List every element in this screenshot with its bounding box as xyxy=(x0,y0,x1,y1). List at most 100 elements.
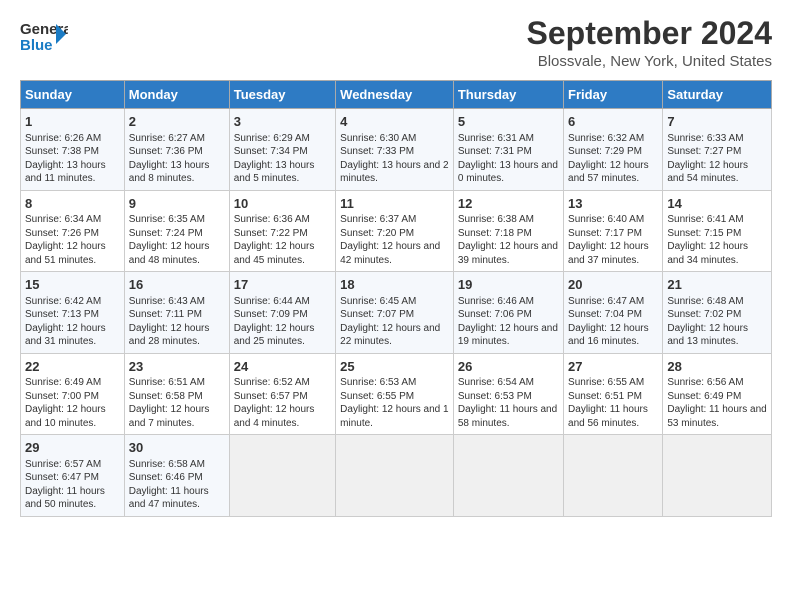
day-info: Sunrise: 6:45 AM xyxy=(340,295,449,309)
day-info: Sunrise: 6:26 AM xyxy=(25,132,120,146)
table-cell: 5Sunrise: 6:31 AMSunset: 7:31 PMDaylight… xyxy=(453,109,563,191)
day-number: 18 xyxy=(340,276,449,294)
logo-icon: General Blue xyxy=(20,16,68,60)
day-info: Daylight: 12 hours and 10 minutes. xyxy=(25,403,120,430)
day-info: Sunset: 7:24 PM xyxy=(129,227,225,241)
table-cell: 20Sunrise: 6:47 AMSunset: 7:04 PMDayligh… xyxy=(564,272,663,354)
table-cell: 7Sunrise: 6:33 AMSunset: 7:27 PMDaylight… xyxy=(663,109,772,191)
day-info: Sunset: 7:11 PM xyxy=(129,308,225,322)
day-number: 17 xyxy=(234,276,331,294)
day-info: Daylight: 12 hours and 13 minutes. xyxy=(667,322,767,349)
day-info: Sunset: 6:53 PM xyxy=(458,390,559,404)
day-info: Daylight: 13 hours and 11 minutes. xyxy=(25,159,120,186)
day-info: Sunrise: 6:27 AM xyxy=(129,132,225,146)
table-cell: 14Sunrise: 6:41 AMSunset: 7:15 PMDayligh… xyxy=(663,190,772,272)
day-info: Daylight: 12 hours and 25 minutes. xyxy=(234,322,331,349)
table-cell: 10Sunrise: 6:36 AMSunset: 7:22 PMDayligh… xyxy=(229,190,335,272)
day-number: 5 xyxy=(458,113,559,131)
table-cell xyxy=(229,435,335,517)
day-info: Sunset: 7:13 PM xyxy=(25,308,120,322)
day-number: 25 xyxy=(340,358,449,376)
day-number: 19 xyxy=(458,276,559,294)
day-info: Sunrise: 6:38 AM xyxy=(458,213,559,227)
day-info: Daylight: 12 hours and 42 minutes. xyxy=(340,240,449,267)
day-info: Sunset: 7:00 PM xyxy=(25,390,120,404)
day-info: Sunset: 7:17 PM xyxy=(568,227,658,241)
day-info: Sunset: 7:07 PM xyxy=(340,308,449,322)
day-info: Daylight: 12 hours and 31 minutes. xyxy=(25,322,120,349)
table-cell: 19Sunrise: 6:46 AMSunset: 7:06 PMDayligh… xyxy=(453,272,563,354)
day-info: Sunrise: 6:36 AM xyxy=(234,213,331,227)
table-row: 15Sunrise: 6:42 AMSunset: 7:13 PMDayligh… xyxy=(21,272,772,354)
day-info: Daylight: 13 hours and 2 minutes. xyxy=(340,159,449,186)
day-number: 23 xyxy=(129,358,225,376)
table-cell: 12Sunrise: 6:38 AMSunset: 7:18 PMDayligh… xyxy=(453,190,563,272)
day-info: Sunset: 7:04 PM xyxy=(568,308,658,322)
day-number: 14 xyxy=(667,195,767,213)
day-info: Daylight: 11 hours and 47 minutes. xyxy=(129,485,225,512)
day-info: Sunrise: 6:49 AM xyxy=(25,376,120,390)
table-cell: 16Sunrise: 6:43 AMSunset: 7:11 PMDayligh… xyxy=(124,272,229,354)
day-info: Sunset: 6:51 PM xyxy=(568,390,658,404)
day-info: Daylight: 12 hours and 34 minutes. xyxy=(667,240,767,267)
table-cell: 9Sunrise: 6:35 AMSunset: 7:24 PMDaylight… xyxy=(124,190,229,272)
day-info: Sunrise: 6:46 AM xyxy=(458,295,559,309)
table-cell: 13Sunrise: 6:40 AMSunset: 7:17 PMDayligh… xyxy=(564,190,663,272)
day-number: 6 xyxy=(568,113,658,131)
day-number: 4 xyxy=(340,113,449,131)
day-info: Sunset: 7:22 PM xyxy=(234,227,331,241)
day-number: 7 xyxy=(667,113,767,131)
main-title: September 2024 xyxy=(527,16,772,51)
day-number: 20 xyxy=(568,276,658,294)
day-info: Daylight: 12 hours and 4 minutes. xyxy=(234,403,331,430)
day-info: Daylight: 11 hours and 56 minutes. xyxy=(568,403,658,430)
day-number: 9 xyxy=(129,195,225,213)
day-info: Sunset: 6:46 PM xyxy=(129,471,225,485)
day-info: Sunrise: 6:37 AM xyxy=(340,213,449,227)
table-cell: 22Sunrise: 6:49 AMSunset: 7:00 PMDayligh… xyxy=(21,353,125,435)
table-cell: 29Sunrise: 6:57 AMSunset: 6:47 PMDayligh… xyxy=(21,435,125,517)
day-info: Sunset: 6:58 PM xyxy=(129,390,225,404)
day-info: Daylight: 13 hours and 0 minutes. xyxy=(458,159,559,186)
day-number: 28 xyxy=(667,358,767,376)
day-info: Sunset: 6:55 PM xyxy=(340,390,449,404)
day-info: Daylight: 11 hours and 50 minutes. xyxy=(25,485,120,512)
day-info: Sunset: 7:27 PM xyxy=(667,145,767,159)
day-info: Daylight: 12 hours and 7 minutes. xyxy=(129,403,225,430)
day-info: Sunset: 7:34 PM xyxy=(234,145,331,159)
day-number: 12 xyxy=(458,195,559,213)
table-cell: 17Sunrise: 6:44 AMSunset: 7:09 PMDayligh… xyxy=(229,272,335,354)
day-info: Daylight: 11 hours and 53 minutes. xyxy=(667,403,767,430)
calendar-body: 1Sunrise: 6:26 AMSunset: 7:38 PMDaylight… xyxy=(21,109,772,517)
day-number: 15 xyxy=(25,276,120,294)
day-number: 22 xyxy=(25,358,120,376)
table-cell: 8Sunrise: 6:34 AMSunset: 7:26 PMDaylight… xyxy=(21,190,125,272)
day-info: Daylight: 12 hours and 51 minutes. xyxy=(25,240,120,267)
day-info: Sunrise: 6:44 AM xyxy=(234,295,331,309)
logo: General Blue xyxy=(20,16,68,65)
table-row: 8Sunrise: 6:34 AMSunset: 7:26 PMDaylight… xyxy=(21,190,772,272)
day-info: Sunrise: 6:42 AM xyxy=(25,295,120,309)
day-info: Sunset: 7:31 PM xyxy=(458,145,559,159)
col-saturday: Saturday xyxy=(663,81,772,109)
table-cell: 30Sunrise: 6:58 AMSunset: 6:46 PMDayligh… xyxy=(124,435,229,517)
day-number: 10 xyxy=(234,195,331,213)
day-number: 21 xyxy=(667,276,767,294)
day-info: Sunset: 7:15 PM xyxy=(667,227,767,241)
day-info: Sunset: 7:33 PM xyxy=(340,145,449,159)
table-cell: 21Sunrise: 6:48 AMSunset: 7:02 PMDayligh… xyxy=(663,272,772,354)
day-info: Sunrise: 6:32 AM xyxy=(568,132,658,146)
day-info: Sunrise: 6:33 AM xyxy=(667,132,767,146)
day-info: Daylight: 12 hours and 19 minutes. xyxy=(458,322,559,349)
calendar-table: Sunday Monday Tuesday Wednesday Thursday… xyxy=(20,80,772,517)
table-cell xyxy=(663,435,772,517)
day-info: Daylight: 12 hours and 16 minutes. xyxy=(568,322,658,349)
day-info: Daylight: 13 hours and 5 minutes. xyxy=(234,159,331,186)
col-tuesday: Tuesday xyxy=(229,81,335,109)
day-info: Sunset: 7:06 PM xyxy=(458,308,559,322)
col-friday: Friday xyxy=(564,81,663,109)
day-info: Sunrise: 6:40 AM xyxy=(568,213,658,227)
day-info: Daylight: 12 hours and 54 minutes. xyxy=(667,159,767,186)
day-info: Daylight: 12 hours and 57 minutes. xyxy=(568,159,658,186)
day-number: 26 xyxy=(458,358,559,376)
